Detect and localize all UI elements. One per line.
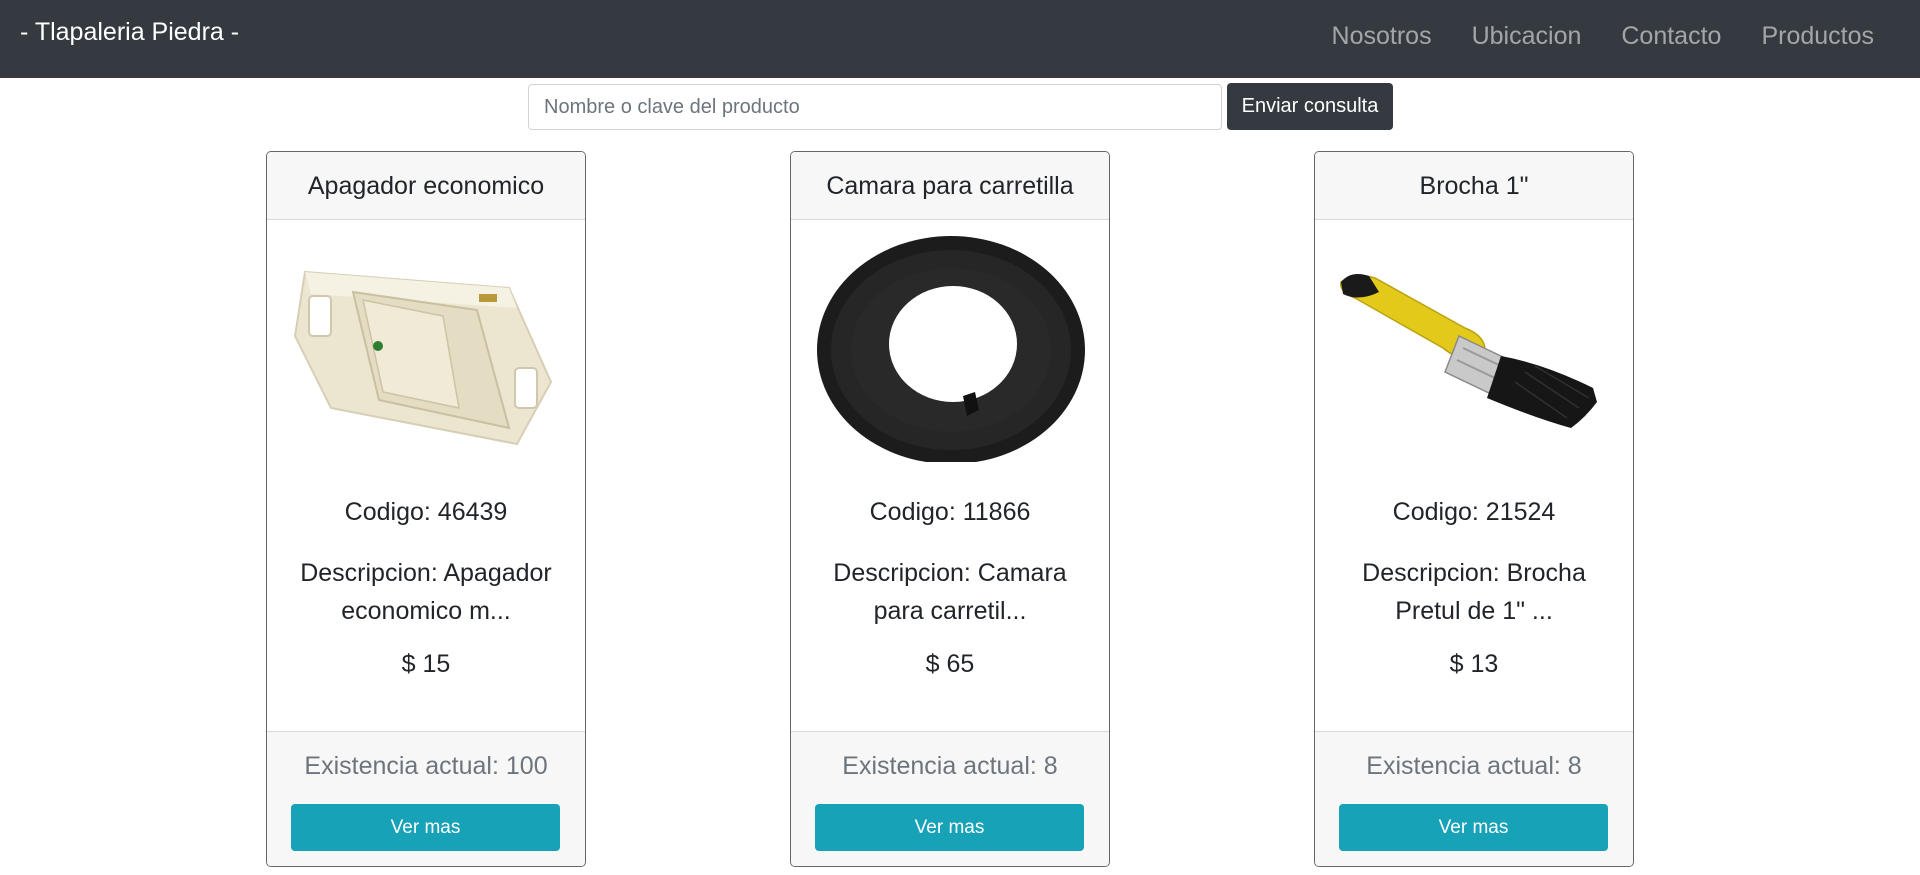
- card-footer: Existencia actual: 8 Ver mas: [791, 731, 1109, 866]
- product-card: Brocha 1" Codigo: 21524 Descripcion: Bro…: [1314, 151, 1634, 867]
- top-navbar: - Tlapaleria Piedra - Nosotros Ubicacion…: [0, 0, 1920, 78]
- nav-link-nosotros[interactable]: Nosotros: [1332, 22, 1432, 51]
- view-more-button[interactable]: Ver mas: [291, 804, 560, 851]
- product-price: $ 15: [401, 650, 451, 678]
- view-more-button[interactable]: Ver mas: [1339, 804, 1608, 851]
- light-switch-image: [293, 270, 553, 446]
- brand-link[interactable]: - Tlapaleria Piedra -: [20, 18, 239, 47]
- inner-tube-image: [817, 236, 1085, 462]
- product-description: Descripcion: Brocha Pretul de 1" ...: [1362, 559, 1586, 625]
- card-footer: Existencia actual: 8 Ver mas: [1315, 731, 1633, 866]
- product-price: $ 65: [925, 650, 975, 678]
- product-title: Brocha 1": [1315, 152, 1633, 220]
- paint-brush-image: [1340, 274, 1597, 428]
- product-price: $ 13: [1449, 650, 1499, 678]
- product-card: Camara para carretilla Codigo: 11866 Des…: [790, 151, 1110, 867]
- stock-text: Existencia actual: 8: [1366, 752, 1582, 780]
- stock-text: Existencia actual: 8: [842, 752, 1058, 780]
- card-footer: Existencia actual: 100 Ver mas: [267, 731, 585, 866]
- product-code: Codigo: 11866: [869, 498, 1031, 526]
- product-description: Descripcion: Apagador economico m...: [300, 559, 552, 625]
- product-card: Apagador economico Codigo: 46439 Descrip…: [266, 151, 586, 867]
- product-title: Camara para carretilla: [791, 152, 1109, 220]
- view-more-button[interactable]: Ver mas: [815, 804, 1084, 851]
- product-title: Apagador economico: [267, 152, 585, 220]
- submit-query-button[interactable]: Enviar consulta: [1227, 83, 1393, 130]
- nav-links: Nosotros Ubicacion Contacto Productos: [1332, 22, 1874, 51]
- product-description: Descripcion: Camara para carretil...: [833, 559, 1067, 625]
- nav-link-productos[interactable]: Productos: [1761, 22, 1874, 51]
- nav-link-ubicacion[interactable]: Ubicacion: [1472, 22, 1582, 51]
- nav-link-contacto[interactable]: Contacto: [1621, 22, 1721, 51]
- product-code: Codigo: 46439: [344, 498, 508, 526]
- search-input[interactable]: [528, 84, 1222, 130]
- stock-text: Existencia actual: 100: [304, 752, 548, 780]
- product-code: Codigo: 21524: [1392, 498, 1556, 526]
